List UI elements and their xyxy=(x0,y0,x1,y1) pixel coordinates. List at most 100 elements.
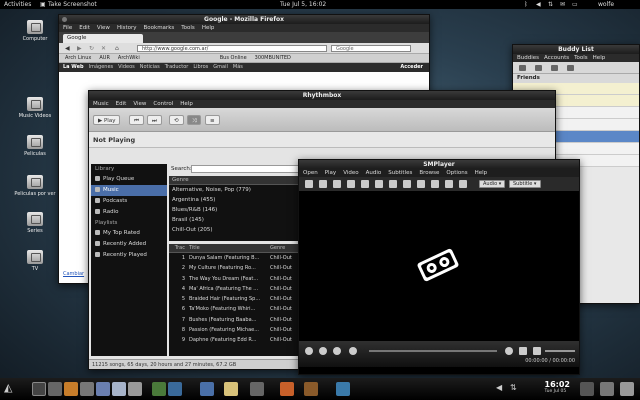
desktop-icon-computer[interactable]: Computer xyxy=(12,20,58,42)
firefox-dock-icon[interactable] xyxy=(64,382,78,396)
rhythmbox-titlebar[interactable]: Rhythmbox xyxy=(89,91,555,100)
battery-icon[interactable]: ▭ xyxy=(572,1,578,8)
user-menu[interactable]: wolfe xyxy=(598,1,614,8)
rewind-icon[interactable] xyxy=(349,347,357,355)
settings-icon[interactable] xyxy=(200,382,214,396)
app-task-icon[interactable] xyxy=(304,382,318,396)
app-icon[interactable] xyxy=(250,382,264,396)
buddy-titlebar[interactable]: Buddy List xyxy=(513,45,639,54)
google-link-web[interactable]: La Web xyxy=(63,63,84,72)
network-tray-icon[interactable]: ⇅ xyxy=(510,383,517,392)
menu-tools[interactable]: Tools xyxy=(574,54,588,62)
menu-video[interactable]: Video xyxy=(343,169,358,177)
play-button[interactable]: ▶ Play xyxy=(93,115,121,125)
menu-play[interactable]: Play xyxy=(325,169,336,177)
shuffle-button[interactable]: ⤨ xyxy=(187,115,202,125)
video-area[interactable] xyxy=(299,191,579,341)
google-link[interactable]: Más xyxy=(233,63,243,72)
menu-subtitles[interactable]: Subtitles xyxy=(388,169,412,177)
menu-music[interactable]: Music xyxy=(93,100,109,108)
menu-help[interactable]: Help xyxy=(475,169,488,177)
terminal-icon[interactable] xyxy=(32,382,46,396)
home-icon[interactable]: ⌂ xyxy=(115,45,119,52)
volume-tray-icon[interactable]: ◀ xyxy=(496,383,502,392)
dock-clock[interactable]: 16:02 Tue Jul 05 xyxy=(545,380,570,394)
playlist-icon[interactable] xyxy=(417,180,425,188)
menu-help[interactable]: Help xyxy=(593,54,606,62)
network-icon[interactable]: ⇅ xyxy=(548,1,553,8)
sidebar-item-play-queue[interactable]: Play Queue xyxy=(91,174,167,185)
pause-icon[interactable] xyxy=(319,347,327,355)
bookmark-item[interactable]: Bus Online xyxy=(220,54,247,62)
sidebar-item-top-rated[interactable]: My Top Rated xyxy=(91,228,167,239)
subtitle-select[interactable]: Subtitle ▾ xyxy=(509,180,541,188)
tray-icon[interactable] xyxy=(580,382,594,396)
smplayer-task-icon[interactable] xyxy=(336,382,350,396)
info-icon[interactable] xyxy=(403,180,411,188)
sidebar-item-recently-played[interactable]: Recently Played xyxy=(91,250,167,261)
menu-browse[interactable]: Browse xyxy=(419,169,439,177)
stop-icon[interactable]: ✕ xyxy=(101,45,106,52)
bookmark-item[interactable]: AUR xyxy=(99,54,110,62)
bluetooth-icon[interactable]: ᛒ xyxy=(524,1,528,8)
desktop-icon-tv[interactable]: TV xyxy=(12,250,58,272)
arch-logo-icon[interactable]: ◭ xyxy=(4,381,12,394)
sidebar-item-podcasts[interactable]: Podcasts xyxy=(91,196,167,207)
menu-bookmarks[interactable]: Bookmarks xyxy=(144,24,175,32)
equalizer-icon[interactable] xyxy=(389,180,397,188)
settings-icon[interactable] xyxy=(551,65,558,71)
tray-icon[interactable] xyxy=(600,382,614,396)
pidgin-icon[interactable] xyxy=(112,382,126,396)
back-icon[interactable]: ◀ xyxy=(65,45,70,52)
desktop-icon-series[interactable]: Series xyxy=(12,212,58,234)
previous-button[interactable]: ⏮ xyxy=(129,115,144,125)
audio-select[interactable]: Audio ▾ xyxy=(479,180,505,188)
url-bar[interactable]: http://www.google.com.ar/ xyxy=(137,45,327,52)
menu-help[interactable]: Help xyxy=(180,100,193,108)
google-link[interactable]: Gmail xyxy=(213,63,228,72)
column-title[interactable]: Title xyxy=(189,244,264,252)
menu-view[interactable]: View xyxy=(133,100,146,108)
sidebar-item-recently-added[interactable]: Recently Added xyxy=(91,239,167,250)
volume-slider[interactable] xyxy=(545,350,575,352)
fullscreen-icon[interactable] xyxy=(361,180,369,188)
image-viewer-icon[interactable] xyxy=(168,382,182,396)
repeat-button[interactable]: ⟲ xyxy=(169,115,184,125)
search-input[interactable]: Google xyxy=(331,45,411,52)
google-link[interactable]: Libros xyxy=(193,63,208,72)
buddy-group-friends[interactable]: Friends xyxy=(513,74,639,83)
smplayer-titlebar[interactable]: SMPlayer xyxy=(299,160,579,169)
compact-icon[interactable] xyxy=(375,180,383,188)
preferences-icon[interactable] xyxy=(431,180,439,188)
google-link[interactable]: Noticias xyxy=(140,63,160,72)
column-track[interactable]: Trac xyxy=(169,244,189,252)
rhythmbox-dock-icon[interactable] xyxy=(80,382,94,396)
menu-audio[interactable]: Audio xyxy=(366,169,382,177)
chat-icon[interactable]: ✉ xyxy=(560,1,565,8)
menu-buddies[interactable]: Buddies xyxy=(517,54,539,62)
open-url-icon[interactable] xyxy=(333,180,341,188)
menu-accounts[interactable]: Accounts xyxy=(544,54,569,62)
google-signin-link[interactable]: Acceder xyxy=(400,63,423,72)
editor-icon[interactable] xyxy=(152,382,166,396)
menu-file[interactable]: File xyxy=(63,24,72,32)
desktop-icon-peliculas-por-ver[interactable]: Peliculas por ver xyxy=(12,175,58,197)
desktop-icon-music-videos[interactable]: Music Videos xyxy=(12,97,58,119)
menu-options[interactable]: Options xyxy=(446,169,467,177)
menu-open[interactable]: Open xyxy=(303,169,318,177)
change-link[interactable]: Cambiar xyxy=(63,271,84,277)
forward-icon[interactable] xyxy=(505,347,513,355)
previous-icon[interactable] xyxy=(445,180,453,188)
open-disc-icon[interactable] xyxy=(319,180,327,188)
close-icon[interactable] xyxy=(62,17,67,22)
firefox-titlebar[interactable]: Google - Mozilla Firefox xyxy=(59,15,429,24)
google-link[interactable]: Imágenes xyxy=(89,63,114,72)
active-app-label[interactable]: Take Screenshot xyxy=(48,1,97,8)
menu-view[interactable]: View xyxy=(97,24,110,32)
desktop-icon-peliculas[interactable]: Peliculas xyxy=(12,135,58,157)
bookmark-item[interactable]: ArchWiki xyxy=(118,54,140,62)
music-icon[interactable] xyxy=(128,382,142,396)
clock[interactable]: Tue Jul 5, 16:02 xyxy=(280,1,326,8)
next-button[interactable]: ⏭ xyxy=(147,115,162,125)
menu-edit[interactable]: Edit xyxy=(116,100,127,108)
